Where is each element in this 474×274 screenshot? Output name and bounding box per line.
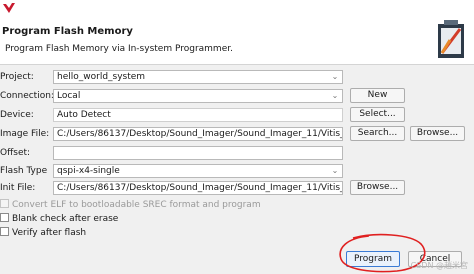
project-label: Project: <box>0 72 34 82</box>
select-device-button[interactable]: Select... <box>350 107 405 122</box>
image-file-input[interactable]: C:/Users/86137/Desktop/Sound_Imager/Soun… <box>53 127 343 141</box>
browse-init-button[interactable]: Browse... <box>350 180 405 195</box>
browse-image-button[interactable]: Browse... <box>410 126 465 141</box>
chevron-down-icon[interactable]: ⌄ <box>331 165 339 177</box>
chevron-down-icon[interactable]: ⌄ <box>331 71 339 83</box>
convert-elf-checkbox[interactable]: Convert ELF to bootloadable SREC format … <box>0 199 261 211</box>
device-label: Device: <box>0 110 34 120</box>
header-divider <box>0 64 474 65</box>
search-image-button[interactable]: Search... <box>350 126 405 141</box>
init-file-input[interactable]: C:/Users/86137/Desktop/Sound_Imager/Soun… <box>53 181 343 195</box>
flash-type-label: Flash Type <box>0 166 48 176</box>
project-value: hello_world_system <box>57 72 146 82</box>
dialog-title: Program Flash Memory <box>2 26 133 37</box>
device-field[interactable]: Auto Detect <box>53 108 343 122</box>
verify-label: Verify after flash <box>12 228 87 238</box>
checkbox-icon[interactable] <box>0 227 9 236</box>
checkbox-icon[interactable] <box>0 213 9 222</box>
checkbox-icon[interactable] <box>0 199 9 208</box>
flash-type-combo[interactable]: qspi-x4-single ⌄ <box>53 164 343 178</box>
dialog-header: Program Flash Memory Program Flash Memor… <box>0 0 474 64</box>
blank-check-label: Blank check after erase <box>12 214 119 224</box>
chevron-down-icon[interactable]: ⌄ <box>331 90 339 102</box>
connection-value: Local <box>57 91 81 101</box>
verify-checkbox[interactable]: Verify after flash <box>0 227 86 239</box>
watermark: CSDN @趙米宮 <box>410 261 468 270</box>
init-file-label: Init File: <box>0 183 36 193</box>
dialog-subtitle: Program Flash Memory via In-system Progr… <box>5 44 233 54</box>
connection-label: Connection: <box>0 91 54 101</box>
new-connection-button[interactable]: New <box>350 88 405 103</box>
flash-programmer-icon <box>438 20 464 58</box>
image-file-label: Image File: <box>0 129 50 139</box>
convert-elf-label: Convert ELF to bootloadable SREC format … <box>12 200 261 210</box>
program-button[interactable]: Program <box>346 251 400 267</box>
vitis-logo-icon <box>3 3 15 13</box>
blank-check-checkbox[interactable]: Blank check after erase <box>0 213 118 225</box>
flash-type-value: qspi-x4-single <box>57 166 120 176</box>
project-combo[interactable]: hello_world_system ⌄ <box>53 70 343 84</box>
connection-combo[interactable]: Local ⌄ <box>53 89 343 103</box>
offset-label: Offset: <box>0 148 31 158</box>
offset-input[interactable] <box>53 146 343 160</box>
